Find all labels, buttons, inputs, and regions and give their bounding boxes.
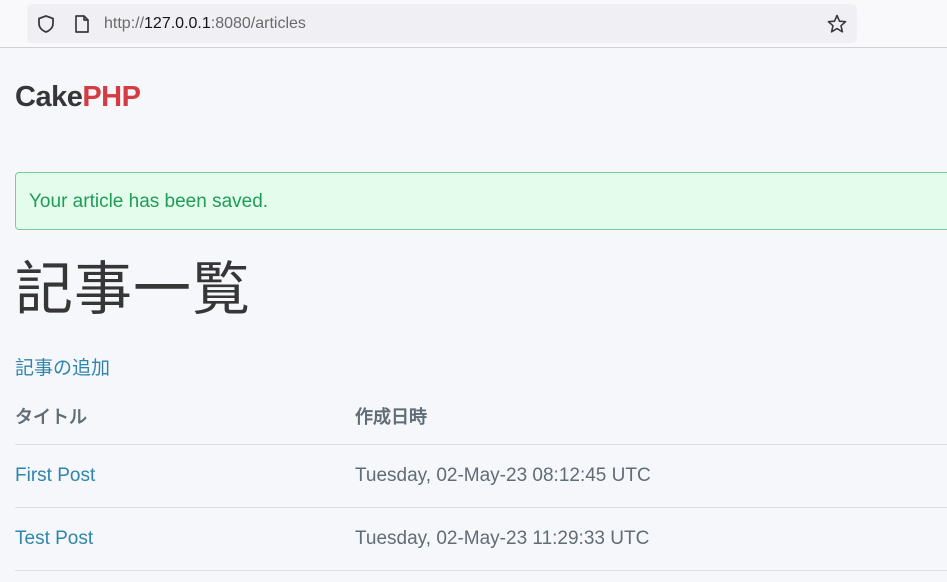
- url-host: 127.0.0.1: [144, 15, 211, 32]
- column-header-title: タイトル: [15, 407, 87, 427]
- brand-logo[interactable]: CakePHP: [15, 81, 141, 114]
- article-created-date: Tuesday, 02-May-23 11:29:33 UTC: [355, 528, 650, 549]
- article-title-link[interactable]: First Post: [15, 465, 95, 487]
- page-icon[interactable]: [73, 14, 91, 39]
- url-suffix: :8080/articles: [210, 15, 306, 32]
- table-divider: [15, 570, 947, 571]
- page-content: CakePHP Your article has been saved. 記事一…: [0, 49, 947, 582]
- table-row: First Post Tuesday, 02-May-23 08:12:45 U…: [15, 445, 947, 508]
- brand-cake: Cake: [15, 81, 83, 113]
- bookmark-star-icon[interactable]: [826, 13, 848, 40]
- browser-toolbar: http://127.0.0.1:8080/articles: [0, 0, 947, 48]
- address-bar[interactable]: http://127.0.0.1:8080/articles: [27, 4, 857, 43]
- page-title: 記事一覧: [15, 257, 252, 322]
- flash-success-message[interactable]: Your article has been saved.: [15, 172, 947, 230]
- brand-php: PHP: [82, 81, 141, 113]
- url-prefix: http://: [104, 15, 145, 32]
- column-header-created: 作成日時: [355, 407, 427, 427]
- shield-icon[interactable]: [36, 14, 56, 39]
- table-row: Test Post Tuesday, 02-May-23 11:29:33 UT…: [15, 508, 947, 571]
- article-created-date: Tuesday, 02-May-23 08:12:45 UTC: [355, 465, 651, 486]
- add-article-link[interactable]: 記事の追加: [15, 353, 110, 380]
- article-title-link[interactable]: Test Post: [15, 528, 93, 550]
- flash-message-text: Your article has been saved.: [29, 191, 269, 212]
- url-text[interactable]: http://127.0.0.1:8080/articles: [104, 15, 306, 33]
